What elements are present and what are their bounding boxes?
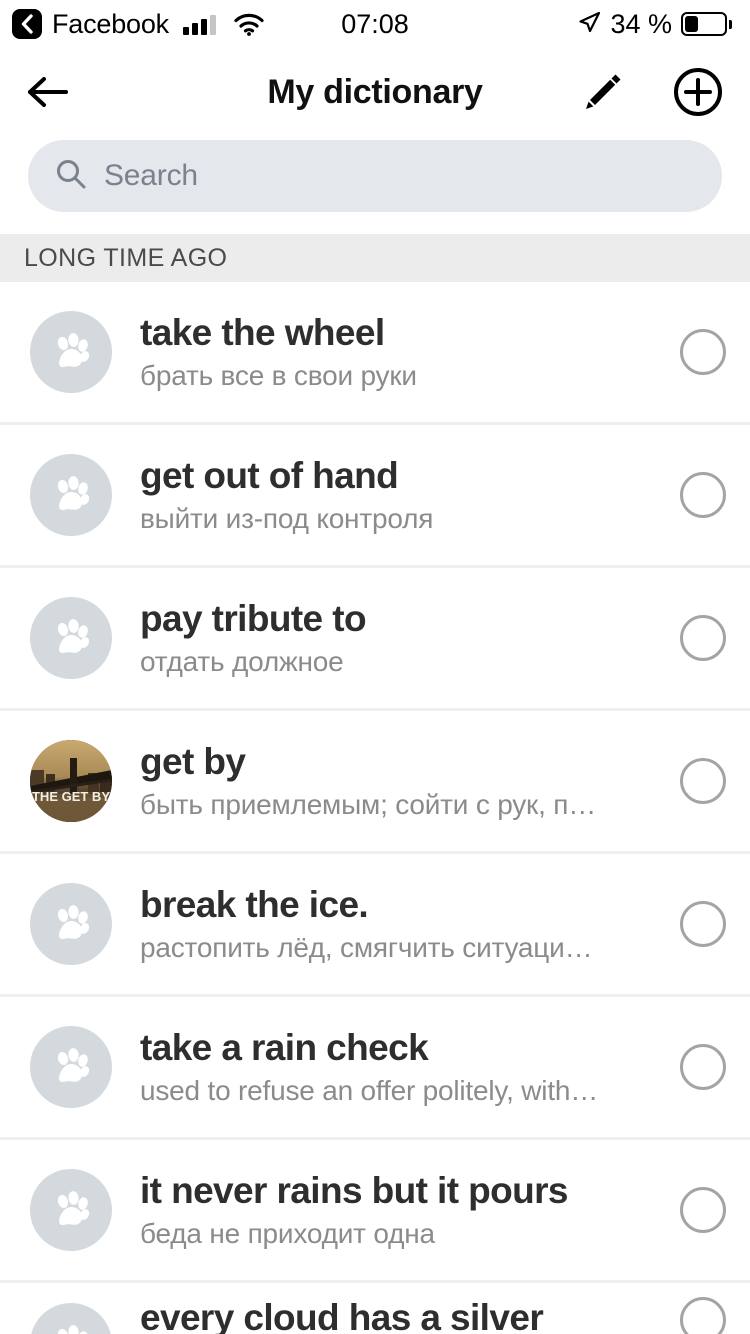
chevron-left-icon[interactable] bbox=[12, 9, 42, 39]
header-actions bbox=[580, 66, 724, 118]
svg-text:THE GET BY: THE GET BY bbox=[32, 789, 110, 804]
list-item-title: pay tribute to bbox=[140, 598, 367, 640]
paw-print-icon bbox=[30, 1303, 112, 1334]
list-item-subtitle: растопить лёд, смягчить ситуаци… bbox=[140, 931, 593, 963]
app-header: My dictionary bbox=[0, 48, 750, 136]
search-bar-container: Search bbox=[0, 136, 750, 234]
pencil-icon bbox=[586, 74, 621, 109]
list-item-title: take a rain check bbox=[140, 1027, 429, 1069]
list-item-text: take a rain check used to refuse an offe… bbox=[112, 1027, 680, 1107]
list-item-text: it never rains but it pours беда не прих… bbox=[112, 1170, 680, 1250]
status-bar: Facebook 07:08 34 % bbox=[0, 0, 750, 48]
list-item[interactable]: every cloud has a silver bbox=[0, 1283, 750, 1334]
list-item-title: get out of hand bbox=[140, 455, 399, 497]
list-item-subtitle: быть приемлемым; сойти с рук, п… bbox=[140, 788, 597, 820]
status-bar-right: 34 % bbox=[577, 9, 732, 40]
list-item-text: get out of hand выйти из-под контроля bbox=[112, 455, 680, 535]
list-item-checkbox[interactable] bbox=[680, 329, 726, 375]
list-item[interactable]: it never rains but it pours беда не прих… bbox=[0, 1140, 750, 1283]
edit-button[interactable] bbox=[580, 69, 626, 115]
list-item-title: take the wheel bbox=[140, 312, 385, 354]
list-item-title: it never rains but it pours bbox=[140, 1170, 568, 1212]
search-icon bbox=[54, 157, 88, 196]
paw-print-icon bbox=[30, 311, 112, 393]
list-item-text: every cloud has a silver bbox=[112, 1297, 680, 1334]
cellular-signal-icon bbox=[182, 13, 216, 35]
section-header-label: LONG TIME AGO bbox=[24, 243, 228, 272]
list-item-subtitle: выйти из-под контроля bbox=[140, 502, 434, 534]
add-button[interactable] bbox=[672, 66, 724, 118]
list-item-checkbox[interactable] bbox=[680, 1297, 726, 1334]
dictionary-list: take the wheel брать все в свои руки get… bbox=[0, 282, 750, 1334]
photo-thumbnail: THE GET BY bbox=[30, 740, 112, 822]
battery-percent-label: 34 % bbox=[610, 8, 672, 39]
list-item[interactable]: THE GET BY get by быть приемлемым; сойти… bbox=[0, 711, 750, 854]
search-placeholder: Search bbox=[104, 159, 198, 192]
list-item-checkbox[interactable] bbox=[680, 1187, 726, 1233]
paw-print-icon bbox=[30, 597, 112, 679]
wifi-icon bbox=[234, 13, 264, 36]
list-item[interactable]: pay tribute to отдать должное bbox=[0, 568, 750, 711]
list-item[interactable]: take the wheel брать все в свои руки bbox=[0, 282, 750, 425]
list-item[interactable]: break the ice. растопить лёд, смягчить с… bbox=[0, 854, 750, 997]
paw-print-icon bbox=[30, 883, 112, 965]
back-button[interactable] bbox=[26, 74, 70, 110]
list-item-checkbox[interactable] bbox=[680, 472, 726, 518]
list-item-text: pay tribute to отдать должное bbox=[112, 598, 680, 678]
arrow-left-icon bbox=[28, 77, 68, 107]
list-item-text: get by быть приемлемым; сойти с рук, п… bbox=[112, 741, 680, 821]
list-item-title: break the ice. bbox=[140, 884, 369, 926]
status-bar-left: Facebook bbox=[12, 9, 264, 40]
app-screen: Facebook 07:08 34 % My dictionary Search… bbox=[0, 0, 750, 1334]
search-input[interactable]: Search bbox=[28, 140, 722, 212]
list-item-text: take the wheel брать все в свои руки bbox=[112, 312, 680, 392]
list-item-checkbox[interactable] bbox=[680, 615, 726, 661]
list-item-checkbox[interactable] bbox=[680, 1044, 726, 1090]
status-back-app-label[interactable]: Facebook bbox=[52, 9, 169, 40]
list-item-subtitle: used to refuse an offer politely, with… bbox=[140, 1074, 599, 1106]
list-item-text: break the ice. растопить лёд, смягчить с… bbox=[112, 884, 680, 964]
section-header-long-time-ago: LONG TIME AGO bbox=[0, 234, 750, 282]
paw-print-icon bbox=[30, 1026, 112, 1108]
list-item-checkbox[interactable] bbox=[680, 758, 726, 804]
list-item-subtitle: отдать должное bbox=[140, 645, 344, 677]
list-item-title: get by bbox=[140, 741, 246, 783]
location-arrow-icon bbox=[577, 10, 601, 39]
list-item[interactable]: get out of hand выйти из-под контроля bbox=[0, 425, 750, 568]
plus-circle-icon bbox=[674, 68, 722, 116]
paw-print-icon bbox=[30, 454, 112, 536]
list-item-checkbox[interactable] bbox=[680, 901, 726, 947]
list-item-subtitle: беда не приходит одна bbox=[140, 1217, 435, 1249]
list-item-subtitle: брать все в свои руки bbox=[140, 359, 417, 391]
paw-print-icon bbox=[30, 1169, 112, 1251]
list-item-title: every cloud has a silver bbox=[140, 1297, 544, 1334]
battery-icon bbox=[681, 12, 732, 36]
list-item[interactable]: take a rain check used to refuse an offe… bbox=[0, 997, 750, 1140]
